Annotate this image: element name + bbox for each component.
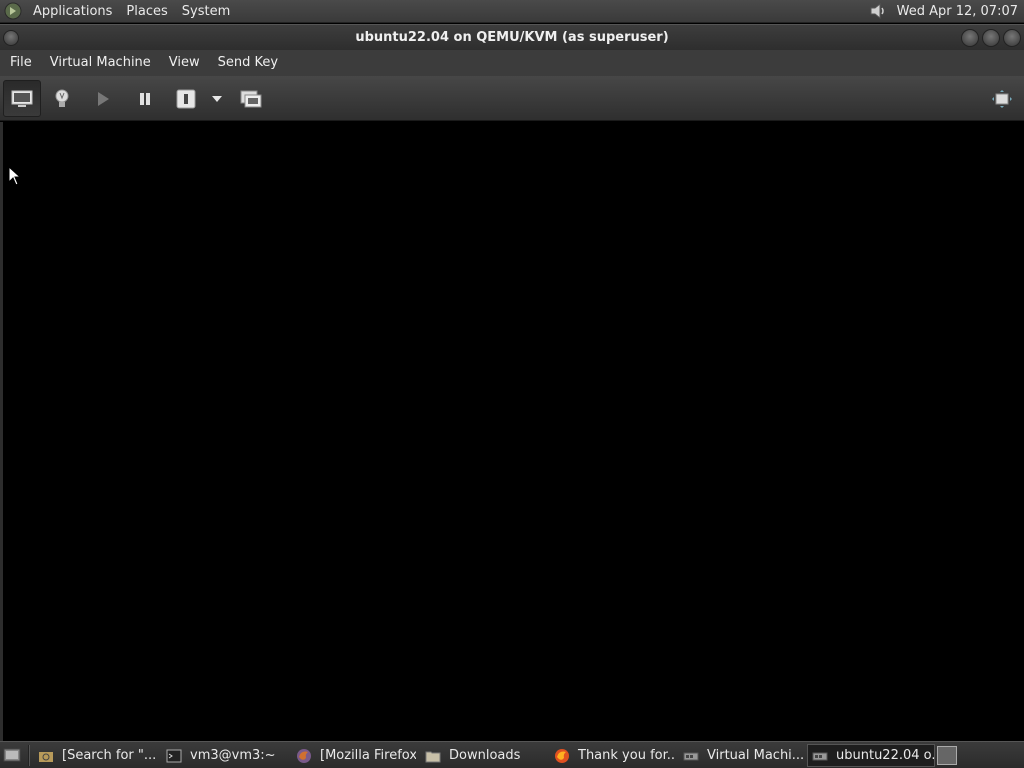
- taskbar: [Search for "... vm3@vm3:~ [Mozilla Fire…: [0, 741, 1024, 768]
- snapshots-icon: [240, 90, 262, 107]
- workspace-switcher[interactable]: [937, 746, 957, 765]
- vm-console-display[interactable]: [3, 122, 1024, 741]
- task-label: [Search for "...: [62, 748, 156, 763]
- shutdown-button[interactable]: [167, 80, 205, 117]
- pause-button[interactable]: [126, 80, 164, 117]
- console-view-button[interactable]: [3, 80, 41, 117]
- menu-virtual-machine[interactable]: Virtual Machine: [40, 50, 159, 76]
- gnome-logo-icon[interactable]: [0, 0, 26, 23]
- menu-file[interactable]: File: [0, 50, 40, 76]
- task-label: ubuntu22.04 o...: [836, 748, 935, 763]
- window-title: ubuntu22.04 on QEMU/KVM (as superuser): [355, 30, 669, 45]
- task-label: vm3@vm3:~: [190, 748, 276, 763]
- task-ubuntu-vm-console[interactable]: ubuntu22.04 o...: [807, 744, 935, 767]
- show-desktop-icon[interactable]: [3, 747, 21, 763]
- task-downloads[interactable]: Downloads: [421, 744, 545, 767]
- firefox-icon: [296, 748, 312, 764]
- terminal-icon: [166, 748, 182, 764]
- task-mozilla-firefox[interactable]: [Mozilla Firefox]: [292, 744, 416, 767]
- menu-view[interactable]: View: [159, 50, 208, 76]
- applications-menu[interactable]: Applications: [26, 0, 119, 23]
- firefox-icon: [554, 748, 570, 764]
- window-menu-button[interactable]: [3, 30, 19, 46]
- minimize-button[interactable]: [961, 29, 979, 47]
- menubar: File Virtual Machine View Send Key: [0, 50, 1024, 76]
- close-button[interactable]: [1003, 29, 1021, 47]
- monitor-icon: [11, 90, 33, 107]
- places-menu[interactable]: Places: [119, 0, 174, 23]
- task-virtual-machine-manager[interactable]: Virtual Machi...: [679, 744, 803, 767]
- mouse-cursor-icon: [8, 166, 20, 186]
- toolbar: [0, 76, 1024, 121]
- taskbar-separator: [28, 745, 30, 766]
- power-icon: [176, 89, 196, 108]
- shutdown-menu-button[interactable]: [204, 80, 230, 117]
- window-titlebar[interactable]: ubuntu22.04 on QEMU/KVM (as superuser): [0, 24, 1024, 50]
- snapshots-button[interactable]: [232, 80, 270, 117]
- maximize-button[interactable]: [982, 29, 1000, 47]
- virt-manager-icon: [683, 748, 699, 764]
- volume-icon[interactable]: [865, 0, 891, 23]
- system-menu[interactable]: System: [175, 0, 237, 23]
- run-button[interactable]: [84, 80, 122, 117]
- play-icon: [98, 91, 109, 106]
- task-terminal[interactable]: vm3@vm3:~: [162, 744, 284, 767]
- search-folder-icon: [38, 748, 54, 764]
- folder-icon: [425, 748, 441, 764]
- task-label: Thank you for...: [578, 748, 674, 763]
- task-thank-you-for[interactable]: Thank you for...: [550, 744, 674, 767]
- top-panel: Applications Places System Wed Apr 12, 0…: [0, 0, 1024, 23]
- task-label: Virtual Machi...: [707, 748, 803, 763]
- dropdown-arrow-icon: [212, 95, 222, 102]
- pause-icon: [140, 92, 150, 105]
- task-search-for[interactable]: [Search for "...: [34, 744, 156, 767]
- fullscreen-button[interactable]: [983, 80, 1021, 117]
- task-label: Downloads: [449, 748, 521, 763]
- clock[interactable]: Wed Apr 12, 07:07: [891, 4, 1024, 19]
- lightbulb-icon: [55, 89, 69, 107]
- virt-manager-icon: [812, 748, 828, 764]
- menu-send-key[interactable]: Send Key: [208, 50, 286, 76]
- fullscreen-icon: [992, 89, 1012, 108]
- task-label: [Mozilla Firefox]: [320, 748, 416, 763]
- details-view-button[interactable]: [43, 80, 81, 117]
